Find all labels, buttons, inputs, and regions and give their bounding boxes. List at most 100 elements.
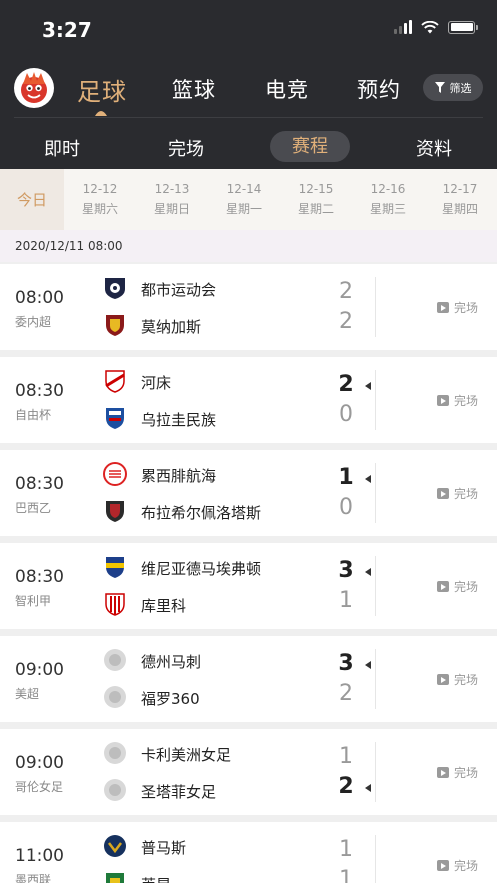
- match-league: 墨西联: [15, 873, 52, 883]
- subtab-live[interactable]: 即时: [44, 135, 80, 161]
- away-score: 2: [339, 309, 353, 334]
- tab-football[interactable]: 足球: [77, 72, 127, 107]
- away-team: 莫纳加斯: [141, 318, 202, 336]
- date-today[interactable]: 今日: [0, 169, 64, 230]
- active-tab-indicator: [95, 111, 107, 116]
- subtab-data[interactable]: 资料: [416, 135, 452, 161]
- tab-basketball[interactable]: 篮球: [172, 74, 216, 104]
- match-status: 完场: [437, 392, 478, 409]
- home-team: 卡利美洲女足: [141, 746, 232, 764]
- video-icon: [437, 860, 449, 871]
- signal-icon: [394, 20, 412, 34]
- home-team: 累西腓航海: [141, 467, 217, 485]
- away-team: 乌拉圭民族: [141, 411, 217, 429]
- away-score: 0: [339, 495, 353, 520]
- header-divider: [14, 117, 483, 118]
- divider: [375, 742, 376, 802]
- app-header: 3:27 足球 篮球 电竞 预约 筛选 即时 完场 赛程 资料: [0, 0, 497, 169]
- sport-nav: 足球 篮球 电竞 预约 筛选: [0, 60, 497, 116]
- video-icon: [437, 395, 449, 406]
- date-selector: 今日 12-12 星期六 12-13 星期日 12-14 星期一 12-15 星期二 1…: [0, 169, 497, 230]
- match-time: 08:30: [15, 567, 64, 587]
- home-team: 普马斯: [141, 839, 187, 857]
- date-item[interactable]: 12-12 星期六: [67, 179, 133, 219]
- match-league: 自由杯: [15, 408, 52, 422]
- default-badge-icon: [104, 686, 126, 708]
- home-team: 维尼亚德马埃弗顿: [141, 560, 262, 578]
- away-score: 1: [339, 588, 353, 613]
- home-score: 3: [338, 651, 354, 676]
- away-score: 0: [339, 402, 353, 427]
- match-time: 09:00: [15, 753, 64, 773]
- avatar[interactable]: [14, 68, 54, 108]
- match-card[interactable]: 08:30 智利甲 维尼亚德马埃弗顿 库里科 3 1 完场: [0, 543, 497, 629]
- winner-indicator: [365, 568, 371, 576]
- divider: [375, 463, 376, 523]
- video-icon: [437, 767, 449, 778]
- video-icon: [437, 674, 449, 685]
- video-icon: [437, 302, 449, 313]
- away-team: 福罗360: [141, 690, 200, 708]
- subtab-schedule[interactable]: 赛程: [270, 131, 350, 162]
- away-team: 库里科: [141, 597, 187, 615]
- away-score: 2: [338, 774, 354, 799]
- team-badge-icon: [106, 557, 124, 578]
- tab-reservation[interactable]: 预约: [357, 74, 401, 104]
- winner-indicator: [365, 784, 371, 792]
- match-card[interactable]: 09:00 美超 德州马刺 福罗360 3 2 完场: [0, 636, 497, 722]
- wifi-icon: [421, 20, 439, 33]
- match-card[interactable]: 09:00 哥伦女足 卡利美洲女足 圣塔菲女足 1 2 完场: [0, 729, 497, 815]
- filter-label: 筛选: [449, 81, 472, 95]
- away-team: 圣塔菲女足: [141, 783, 217, 801]
- team-badge-icon: [106, 501, 124, 522]
- winner-indicator: [365, 475, 371, 483]
- match-card[interactable]: 08:30 自由杯 河床 乌拉圭民族 2 0 完场: [0, 357, 497, 443]
- subtab-finished[interactable]: 完场: [168, 135, 204, 161]
- date-item[interactable]: 12-13 星期日: [139, 179, 205, 219]
- video-icon: [437, 488, 449, 499]
- home-score: 2: [338, 372, 354, 397]
- list-date-header: 2020/12/11 08:00: [0, 230, 497, 262]
- system-icons: [394, 20, 478, 34]
- match-status: 完场: [437, 671, 478, 688]
- sub-nav: 即时 完场 赛程 资料: [0, 125, 497, 169]
- divider: [375, 649, 376, 709]
- filter-button[interactable]: 筛选: [423, 74, 483, 101]
- away-score: 2: [339, 681, 353, 706]
- match-status: 完场: [437, 485, 478, 502]
- match-status: 完场: [437, 857, 478, 874]
- team-badge-icon: [105, 278, 125, 299]
- match-status: 完场: [437, 299, 478, 316]
- home-team: 都市运动会: [141, 281, 217, 299]
- match-time: 08:00: [15, 288, 64, 308]
- divider: [375, 277, 376, 337]
- date-item[interactable]: 12-16 星期三: [355, 179, 421, 219]
- divider: [375, 835, 376, 883]
- team-badge-icon: [105, 593, 125, 616]
- home-score: 3: [338, 558, 354, 583]
- winner-indicator: [365, 661, 371, 669]
- winner-indicator: [365, 382, 371, 390]
- match-time: 11:00: [15, 846, 64, 866]
- match-status: 完场: [437, 578, 478, 595]
- away-score: 1: [339, 867, 353, 883]
- date-item[interactable]: 12-14 星期一: [211, 179, 277, 219]
- team-badge-icon: [106, 315, 124, 336]
- filter-icon: [434, 82, 445, 93]
- match-card[interactable]: 08:00 委内超 都市运动会 莫纳加斯 2 2 完场: [0, 264, 497, 350]
- match-time: 08:30: [15, 381, 64, 401]
- match-card[interactable]: 11:00 墨西联 普马斯 莱昂 1 1 完场: [0, 822, 497, 883]
- team-badge-icon: [106, 408, 124, 429]
- home-score: 1: [339, 744, 353, 769]
- team-badge-icon: [104, 835, 126, 857]
- match-league: 委内超: [15, 315, 52, 329]
- match-league: 巴西乙: [15, 501, 52, 515]
- team-badge-icon: [105, 370, 125, 393]
- divider: [375, 556, 376, 616]
- match-card[interactable]: 08:30 巴西乙 累西腓航海 布拉希尔佩洛塔斯 1 0 完场: [0, 450, 497, 536]
- date-item[interactable]: 12-15 星期二: [283, 179, 349, 219]
- date-item[interactable]: 12-17 星期四: [427, 179, 493, 219]
- away-team: 布拉希尔佩洛塔斯: [141, 504, 262, 522]
- tab-esports[interactable]: 电竞: [265, 74, 309, 104]
- status-time: 3:27: [42, 18, 92, 42]
